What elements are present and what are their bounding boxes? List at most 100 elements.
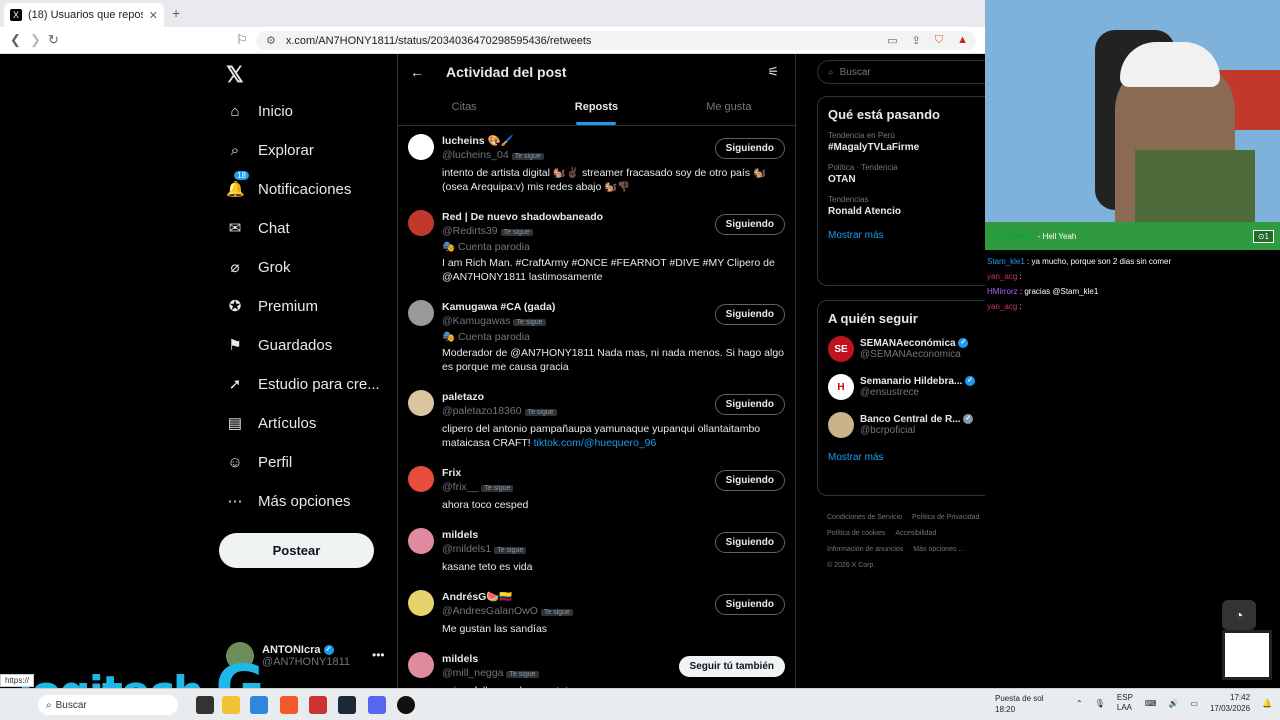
x-logo-icon[interactable]: 𝕏 xyxy=(226,62,244,88)
user-row[interactable]: lucheins 🎨🖌️ @lucheins_04 Te sigue intento … xyxy=(398,126,795,202)
mic-icon[interactable]: 🎙 xyxy=(1095,699,1105,708)
tray-chevron-icon[interactable]: ⌃ xyxy=(1076,699,1083,708)
trend-item[interactable]: Tendencias Ronald Atencio xyxy=(818,190,985,222)
footer-link[interactable]: Accesibilidad xyxy=(895,530,936,537)
user-row[interactable]: Frix @frix__ Te sigue ahora toco cesped Sigu… xyxy=(398,458,795,520)
sidebar-item-estudio-para-cre-[interactable]: ➚ Estudio para cre... xyxy=(226,372,380,396)
bookmark-page-icon[interactable]: ⚐ xyxy=(236,32,248,48)
browser-tab[interactable]: X (18) Usuarios que repostearon e... ✕ xyxy=(4,3,164,27)
reload-icon[interactable]: ↻ xyxy=(48,32,59,48)
user-row[interactable]: Kamugawa #CA (gada) @Kamugawas Te sigue 🎭 C… xyxy=(398,292,795,382)
suggestion-name[interactable]: Semanario Hildebra... xyxy=(860,376,962,387)
weather-widget[interactable]: Puesta de sol 18:20 xyxy=(995,693,1043,715)
follow-button[interactable]: Siguiendo xyxy=(714,594,785,615)
avatar[interactable]: SE xyxy=(828,336,854,362)
avatar[interactable] xyxy=(828,412,854,438)
file-explorer-icon[interactable] xyxy=(222,696,240,714)
tab-me-gusta[interactable]: Me gusta xyxy=(663,90,795,125)
suggestion-row[interactable]: HSemanario Hildebra... ✓@ensustreceSegui… xyxy=(818,368,985,406)
store-icon[interactable] xyxy=(250,696,268,714)
suggestion-name[interactable]: SEMANAeconómica xyxy=(860,338,956,349)
post-button[interactable]: Postear xyxy=(219,533,374,568)
sidebar-item-perfil[interactable]: ☺ Perfil xyxy=(226,450,292,474)
steam-icon[interactable] xyxy=(338,696,356,714)
suggestion-row[interactable]: SESEMANAeconómica ✓@SEMANAeconomicaSegui… xyxy=(818,330,985,368)
sidebar-item-más-opciones[interactable]: ⋯ Más opciones xyxy=(226,489,351,513)
follow-button[interactable]: Seguir tú también xyxy=(678,656,785,677)
new-tab-icon[interactable]: + xyxy=(172,5,180,21)
avatar[interactable] xyxy=(408,210,434,236)
sidebar-item-chat[interactable]: ✉ Chat xyxy=(226,216,290,240)
filter-settings-icon[interactable]: ⚟ xyxy=(767,64,779,80)
search-input[interactable]: ⌕ Buscar xyxy=(817,60,985,84)
sidebar-item-premium[interactable]: ✪ Premium xyxy=(226,294,318,318)
discord-icon[interactable] xyxy=(368,696,386,714)
cast-icon[interactable]: ▭ xyxy=(887,34,897,47)
user-row[interactable]: AndrésG🍉🇨🇴 @AndresGalanOwO Te sigue Me gust… xyxy=(398,582,795,644)
volume-icon[interactable]: 🔊 xyxy=(1168,699,1178,708)
tab-citas[interactable]: Citas xyxy=(398,90,530,125)
avatar[interactable]: H xyxy=(828,374,854,400)
forward-arrow-icon[interactable]: ❯ xyxy=(30,32,41,48)
brave-browser-icon[interactable] xyxy=(280,696,298,714)
sidebar-item-artículos[interactable]: ▤ Artículos xyxy=(226,411,316,435)
sidebar-item-notificaciones[interactable]: 🔔 18 Notificaciones xyxy=(226,171,351,201)
avatar[interactable] xyxy=(408,590,434,616)
battery-icon[interactable]: ▭ xyxy=(1190,699,1198,708)
obs-icon[interactable] xyxy=(397,696,415,714)
person-icon: ☺ xyxy=(227,453,243,471)
tab-reposts[interactable]: Reposts xyxy=(530,90,662,125)
avatar[interactable] xyxy=(408,652,434,678)
footer-link[interactable]: Más opciones ... xyxy=(913,546,964,553)
sidebar-item-explorar[interactable]: ⌕ Explorar xyxy=(226,138,314,162)
avatar[interactable] xyxy=(408,466,434,492)
follow-button[interactable]: Siguiendo xyxy=(714,532,785,553)
taskbar-search[interactable]: ⌕ Buscar xyxy=(38,695,178,715)
clock[interactable]: 17:42 17/03/2026 xyxy=(1210,692,1250,714)
follow-button[interactable]: Siguiendo xyxy=(714,304,785,325)
follow-button[interactable]: Siguiendo xyxy=(714,214,785,235)
sidebar-item-guardados[interactable]: ⚑ Guardados xyxy=(226,333,332,357)
back-arrow-icon[interactable]: ← xyxy=(410,64,424,80)
follow-show-more-link[interactable]: Mostrar más xyxy=(818,444,985,471)
avatar[interactable] xyxy=(408,528,434,554)
follow-button[interactable]: Siguiendo xyxy=(714,394,785,415)
sidebar-item-grok[interactable]: ⌀ Grok xyxy=(226,255,290,279)
avatar[interactable] xyxy=(408,390,434,416)
footer-link[interactable]: Información de anuncios xyxy=(827,546,903,553)
footer-link[interactable]: Condiciones de Servicio xyxy=(827,514,902,521)
account-more-icon[interactable]: ••• xyxy=(372,648,385,662)
notification-bell-icon[interactable]: 🔔 xyxy=(1262,699,1272,708)
chat-message: HMirrorz : gracias @Stam_kle1 xyxy=(987,284,1280,299)
suggestion-row[interactable]: Banco Central de R... ✓@bcrpoficialSegui… xyxy=(818,406,985,444)
brave-rewards-icon[interactable]: ▲ xyxy=(957,34,968,47)
trend-item[interactable]: Tendencia en Perú #MagalyTVLaFirme xyxy=(818,126,985,158)
network-icon[interactable]: ⌨ xyxy=(1145,699,1157,708)
avatar[interactable] xyxy=(408,134,434,160)
pixel-character-icon xyxy=(1222,630,1272,680)
brave-shield-icon[interactable]: ⛉ xyxy=(935,34,943,47)
user-row[interactable]: mildels@mill_neggaTe siguequiero follar … xyxy=(398,644,795,688)
footer-link[interactable]: Política de cookies xyxy=(827,530,885,537)
sidebar-item-inicio[interactable]: ⌂ Inicio xyxy=(226,99,293,123)
language-indicator[interactable]: ESP LAA xyxy=(1117,693,1133,713)
footer-link[interactable]: Política de Privacidad xyxy=(912,514,979,521)
trends-show-more-link[interactable]: Mostrar más xyxy=(818,222,985,249)
user-row[interactable]: Red | De nuevo shadowbaneado @Redirts39 Te… xyxy=(398,202,795,292)
app-icon[interactable] xyxy=(309,696,327,714)
user-row[interactable]: mildels @mildels1 Te sigue kasane teto es v… xyxy=(398,520,795,582)
follow-button[interactable]: Siguiendo xyxy=(714,470,785,491)
avatar[interactable] xyxy=(408,300,434,326)
user-row[interactable]: paletazo @paletazo18360 Te sigue clipero de… xyxy=(398,382,795,458)
trend-item[interactable]: Política · Tendencia OTAN xyxy=(818,158,985,190)
close-tab-icon[interactable]: ✕ xyxy=(149,9,158,22)
task-view-icon[interactable] xyxy=(196,696,214,714)
bio-link[interactable]: tiktok.com/@huequero_96 xyxy=(534,437,657,449)
share-icon[interactable]: ⇪ xyxy=(912,34,921,47)
back-arrow-icon[interactable]: ❮ xyxy=(10,32,21,48)
site-info-icon[interactable]: ⚙ xyxy=(266,34,276,47)
user-handle: @frix__ xyxy=(442,481,479,493)
follow-button[interactable]: Siguiendo xyxy=(714,138,785,159)
url-field[interactable]: ⚙ x.com/AN7HONY1811/status/2034036470298… xyxy=(256,31,976,50)
suggestion-name[interactable]: Banco Central de R... xyxy=(860,414,961,425)
